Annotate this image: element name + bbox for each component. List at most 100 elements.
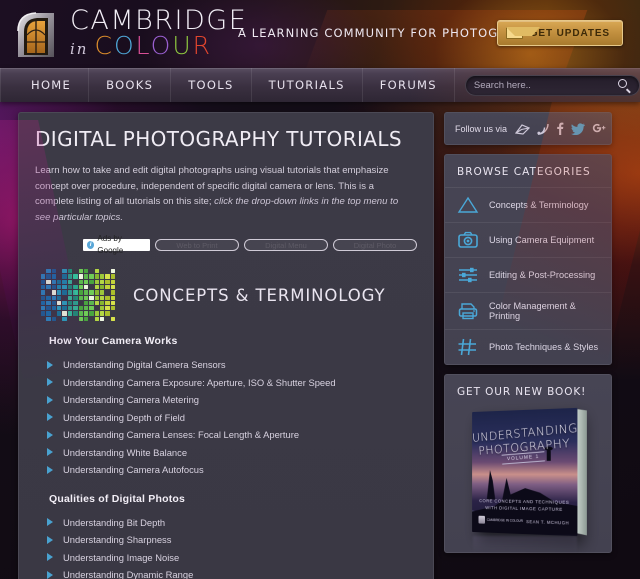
mosaic-tile xyxy=(73,311,78,316)
mosaic-tile xyxy=(41,279,46,284)
get-updates-button[interactable]: GET UPDATES xyxy=(496,20,623,46)
mosaic-tile xyxy=(83,316,89,321)
mosaic-tile xyxy=(110,306,115,311)
mosaic-tile xyxy=(67,311,73,316)
publisher-mark-icon xyxy=(478,515,485,524)
camera-icon xyxy=(457,231,479,249)
mosaic-tile xyxy=(51,274,57,279)
book-volume-text: VOLUME 1 xyxy=(501,451,545,465)
tutorial-link[interactable]: Understanding Camera Autofocus xyxy=(63,464,204,475)
mosaic-tile xyxy=(110,269,115,274)
tutorial-link[interactable]: Understanding Dynamic Range xyxy=(63,569,193,579)
book-image[interactable]: UNDERSTANDING PHOTOGRAPHY VOLUME 1 CORE … xyxy=(445,404,611,554)
ad-pill-1[interactable]: Digital Menu xyxy=(244,239,328,251)
mosaic-tile xyxy=(89,279,94,284)
ads-by-google-badge[interactable]: i Ads by Google xyxy=(83,234,150,255)
arrow-right-icon xyxy=(47,395,53,404)
logo-letter-2: L xyxy=(135,31,151,60)
book-spine xyxy=(576,409,587,536)
nav-item-tutorials[interactable]: TUTORIALS xyxy=(252,68,363,102)
tutorial-link[interactable]: Understanding White Balance xyxy=(63,447,187,458)
mosaic-tile xyxy=(110,300,115,306)
tutorial-groups: How Your Camera Works Understanding Digit… xyxy=(35,335,417,579)
mosaic-tile xyxy=(51,316,57,321)
mosaic-tile xyxy=(73,317,77,321)
search-box[interactable] xyxy=(464,74,640,96)
list-item[interactable]: Understanding Bit Depth xyxy=(45,514,417,532)
category-item-color-management-printing[interactable]: Color Management & Printing xyxy=(445,292,611,329)
nav-item-tools[interactable]: TOOLS xyxy=(171,68,252,102)
category-item-concepts-terminology[interactable]: Concepts & Terminology xyxy=(445,187,611,222)
arrow-right-icon xyxy=(47,535,53,544)
mosaic-tile xyxy=(41,295,46,300)
mosaic-tile xyxy=(83,290,89,295)
mosaic-tile xyxy=(110,274,115,279)
nav-item-forums[interactable]: FORUMS xyxy=(363,68,455,102)
mosaic-tile xyxy=(99,295,105,300)
tutorial-link[interactable]: Understanding Depth of Field xyxy=(63,412,185,423)
category-item-editing-post-processing[interactable]: Editing & Post-Processing xyxy=(445,257,611,292)
mosaic-tile xyxy=(62,290,67,295)
googleplus-icon[interactable] xyxy=(592,123,607,135)
tutorial-link[interactable]: Understanding Camera Lenses: Focal Lengt… xyxy=(63,429,299,440)
ad-pill-0[interactable]: Web to Print xyxy=(155,239,239,251)
main-navigation: HOME BOOKS TOOLS TUTORIALS FORUMS xyxy=(0,68,640,102)
prism-icon xyxy=(457,196,479,214)
search-input[interactable] xyxy=(473,79,618,91)
site-logo[interactable]: CAMBRIDGE in COLOUR xyxy=(14,7,247,62)
list-item[interactable]: Understanding Camera Metering xyxy=(45,391,417,409)
rss-icon[interactable] xyxy=(537,123,549,135)
nav-item-books[interactable]: BOOKS xyxy=(89,68,172,102)
mosaic-tile xyxy=(94,269,99,274)
mosaic-tile xyxy=(99,311,105,316)
book-cover: UNDERSTANDING PHOTOGRAPHY VOLUME 1 CORE … xyxy=(472,407,578,537)
twitter-icon[interactable] xyxy=(571,122,586,135)
section-header: CONCEPTS & TERMINOLOGY xyxy=(41,269,417,321)
tutorial-link[interactable]: Understanding Camera Exposure: Aperture,… xyxy=(63,377,336,388)
mosaic-tile xyxy=(46,284,51,290)
mosaic-tile xyxy=(51,306,57,311)
logo-wordmark: CAMBRIDGE in COLOUR xyxy=(70,7,247,62)
site-header: CAMBRIDGE in COLOUR A LEARNING COMMUNITY… xyxy=(0,0,640,68)
logo-line-colour: in COLOUR xyxy=(70,33,247,62)
nav-item-home[interactable]: HOME xyxy=(0,68,90,102)
list-item[interactable]: Understanding Sharpness xyxy=(45,531,417,549)
mosaic-tile xyxy=(83,284,89,290)
mosaic-tile xyxy=(73,269,77,273)
ad-pill-2[interactable]: Digital Photo xyxy=(333,239,417,251)
list-item[interactable]: Understanding Digital Camera Sensors xyxy=(45,356,417,374)
mosaic-tile xyxy=(83,306,89,311)
list-item[interactable]: Understanding Camera Exposure: Aperture,… xyxy=(45,374,417,392)
tutorial-link[interactable]: Understanding Digital Camera Sensors xyxy=(63,359,226,370)
mosaic-tile xyxy=(105,269,109,273)
category-item-using-camera-equipment[interactable]: Using Camera Equipment xyxy=(445,222,611,257)
email-icon[interactable] xyxy=(515,123,531,135)
list-item[interactable]: Understanding Camera Lenses: Focal Lengt… xyxy=(45,426,417,444)
category-item-photo-techniques-styles[interactable]: Photo Techniques & Styles xyxy=(445,329,611,364)
mosaic-tile xyxy=(73,284,78,290)
book-promo-heading: GET OUR NEW BOOK! xyxy=(457,386,587,398)
mosaic-tile xyxy=(78,279,83,284)
facebook-icon[interactable] xyxy=(556,122,564,135)
mosaic-tile xyxy=(57,284,62,290)
tutorial-link[interactable]: Understanding Camera Metering xyxy=(63,394,199,405)
mosaic-tile xyxy=(57,290,62,295)
mosaic-tile xyxy=(68,317,72,321)
mosaic-tile xyxy=(41,300,46,306)
tutorial-link[interactable]: Understanding Image Noise xyxy=(63,552,179,563)
mosaic-tile xyxy=(95,306,99,310)
social-icons xyxy=(515,122,607,135)
tutorial-link[interactable]: Understanding Sharpness xyxy=(63,534,171,545)
tutorial-link[interactable]: Understanding Bit Depth xyxy=(63,517,165,528)
list-item[interactable]: Understanding Image Noise xyxy=(45,549,417,567)
search-icon[interactable] xyxy=(618,78,631,94)
list-item[interactable]: Understanding Depth of Field xyxy=(45,409,417,427)
mosaic-tile xyxy=(111,311,115,315)
mosaic-tile xyxy=(99,290,105,295)
nav-item-label: FORUMS xyxy=(379,78,437,92)
list-item[interactable]: Understanding Camera Autofocus xyxy=(45,461,417,479)
mosaic-tile xyxy=(100,269,104,273)
list-item[interactable]: Understanding Dynamic Range xyxy=(45,566,417,579)
mosaic-tile xyxy=(62,279,67,284)
list-item[interactable]: Understanding White Balance xyxy=(45,444,417,462)
